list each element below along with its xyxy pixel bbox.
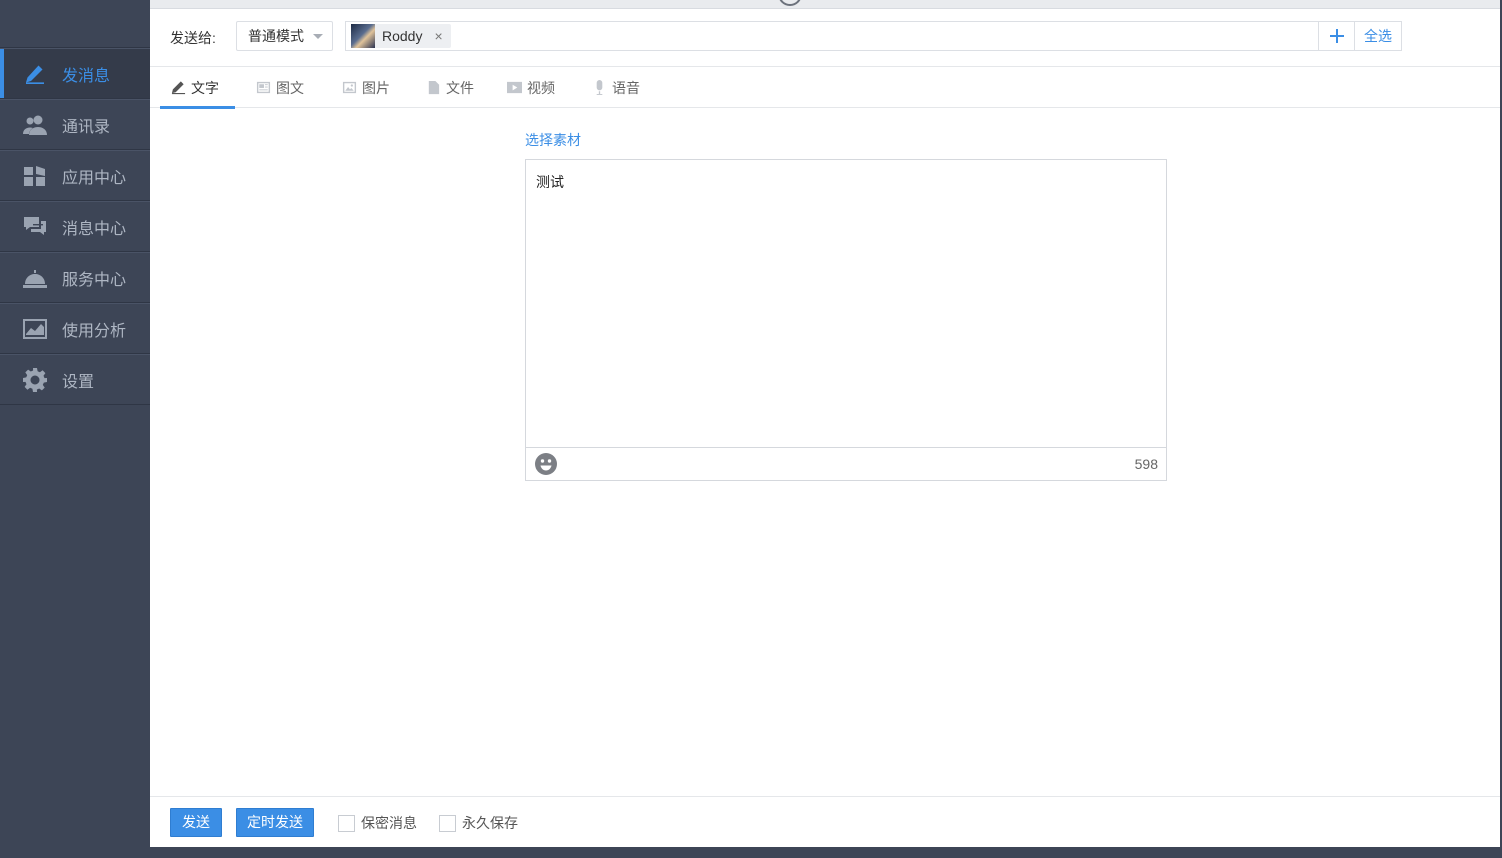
contacts-icon — [22, 113, 48, 137]
tab-article[interactable]: 图文 — [255, 67, 304, 108]
choose-material-link[interactable]: 选择素材 — [525, 130, 581, 150]
recipient-input[interactable]: Roddy × — [345, 21, 1319, 51]
compose-panel: 发送给: 普通模式 Roddy × 全选 文字 图文 图片 文件 视频 语音 选… — [150, 0, 1500, 847]
send-to-label: 发送给: — [170, 30, 216, 46]
checkbox-box[interactable] — [338, 814, 355, 832]
recipient-name: Roddy — [382, 28, 423, 44]
tab-label: 图文 — [276, 79, 304, 96]
remaining-char-count: 598 — [1134, 456, 1158, 472]
image-icon — [341, 80, 357, 96]
sidebar-item-contacts[interactable]: 通讯录 — [0, 99, 150, 150]
collapse-handle[interactable] — [778, 0, 802, 6]
remove-recipient-icon[interactable]: × — [434, 29, 442, 43]
line-chart-icon — [22, 317, 48, 341]
top-divider — [150, 0, 1500, 9]
tab-label: 文件 — [446, 79, 474, 96]
sidebar-item-label: 应用中心 — [62, 169, 127, 187]
recipient-chip[interactable]: Roddy × — [351, 24, 451, 48]
sidebar-item-label: 使用分析 — [62, 322, 127, 340]
sidebar-item-label: 通讯录 — [62, 118, 111, 136]
article-icon — [255, 80, 271, 96]
file-icon — [425, 80, 441, 96]
secret-message-checkbox[interactable]: 保密消息 — [338, 813, 417, 833]
sidebar-item-message-center[interactable]: 消息中心 — [0, 201, 150, 252]
sidebar-item-label: 设置 — [62, 373, 95, 391]
sidebar-header — [0, 0, 150, 48]
tab-voice[interactable]: 语音 — [591, 67, 640, 108]
sidebar-item-service-center[interactable]: 服务中心 — [0, 252, 150, 303]
message-type-tabs: 文字 图文 图片 文件 视频 语音 — [150, 67, 1500, 109]
tab-video[interactable]: 视频 — [506, 67, 555, 108]
message-editor: 测试 598 — [525, 159, 1167, 481]
keep-forever-checkbox[interactable]: 永久保存 — [439, 813, 518, 833]
sidebar-item-usage-analysis[interactable]: 使用分析 — [0, 303, 150, 354]
tab-label: 视频 — [527, 79, 555, 96]
mode-selected-value: 普通模式 — [248, 28, 304, 44]
add-recipient-button[interactable] — [1318, 21, 1355, 51]
apps-grid-icon — [22, 164, 48, 188]
smiley-icon[interactable] — [534, 452, 558, 476]
tab-file[interactable]: 文件 — [425, 67, 474, 108]
sidebar-item-send-message[interactable]: 发消息 — [0, 48, 150, 99]
scheduled-send-button[interactable]: 定时发送 — [236, 808, 314, 837]
tab-label: 文字 — [191, 79, 219, 96]
select-all-button[interactable]: 全选 — [1354, 21, 1402, 51]
avatar — [351, 24, 375, 48]
pencil-icon — [22, 62, 48, 86]
tab-text[interactable]: 文字 — [160, 67, 235, 109]
checkbox-box[interactable] — [439, 814, 456, 832]
microphone-icon — [591, 80, 607, 96]
gear-icon — [22, 367, 48, 392]
message-textarea[interactable]: 测试 — [536, 172, 564, 192]
plus-icon — [1329, 29, 1344, 43]
sidebar: 发消息 通讯录 应用中心 消息中心 服务中心 使用分析 设置 — [0, 0, 150, 858]
sidebar-item-settings[interactable]: 设置 — [0, 354, 150, 405]
action-bar: 发送 定时发送 保密消息 永久保存 — [150, 796, 1500, 847]
checkbox-label: 保密消息 — [361, 815, 417, 831]
editor-footer: 598 — [526, 447, 1166, 480]
tab-label: 语音 — [612, 79, 640, 96]
recipient-row: 发送给: 普通模式 Roddy × 全选 — [150, 10, 1500, 67]
service-bell-icon — [22, 266, 48, 290]
sidebar-item-app-center[interactable]: 应用中心 — [0, 150, 150, 201]
sidebar-item-label: 发消息 — [62, 67, 111, 85]
pencil-icon — [170, 80, 186, 96]
chevron-down-icon — [313, 34, 323, 39]
video-icon — [506, 80, 522, 96]
sidebar-item-label: 消息中心 — [62, 220, 127, 238]
tab-label: 图片 — [362, 79, 390, 96]
chat-bubbles-icon — [22, 215, 48, 239]
tab-image[interactable]: 图片 — [341, 67, 390, 108]
checkbox-label: 永久保存 — [462, 815, 518, 831]
send-button[interactable]: 发送 — [170, 808, 222, 837]
mode-dropdown[interactable]: 普通模式 — [236, 21, 333, 51]
sidebar-item-label: 服务中心 — [62, 271, 127, 289]
